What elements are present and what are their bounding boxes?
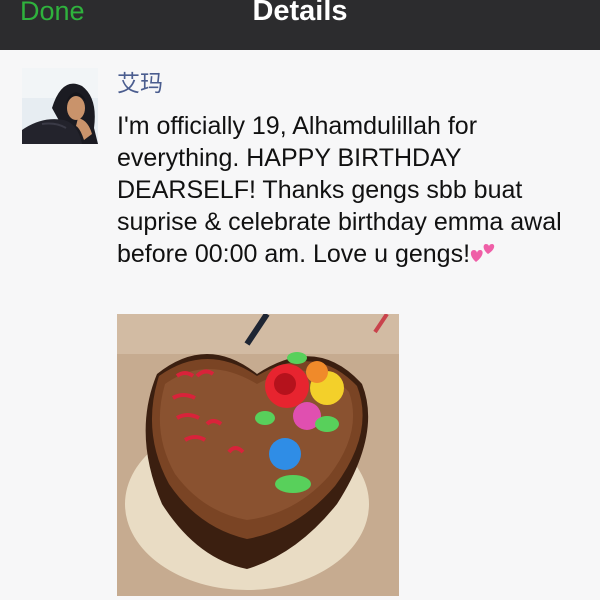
avatar-image (22, 68, 98, 144)
avatar[interactable] (22, 68, 98, 144)
birthday-cake-image (117, 314, 399, 596)
post-text: I'm officially 19, Alhamdulillah for eve… (117, 110, 577, 270)
author-name[interactable]: 艾玛 (117, 66, 163, 100)
two-hearts-icon (470, 240, 498, 262)
navigation-bar: Done Details (0, 0, 600, 50)
page-title: Details (252, 0, 348, 27)
post-photo[interactable] (117, 314, 399, 596)
